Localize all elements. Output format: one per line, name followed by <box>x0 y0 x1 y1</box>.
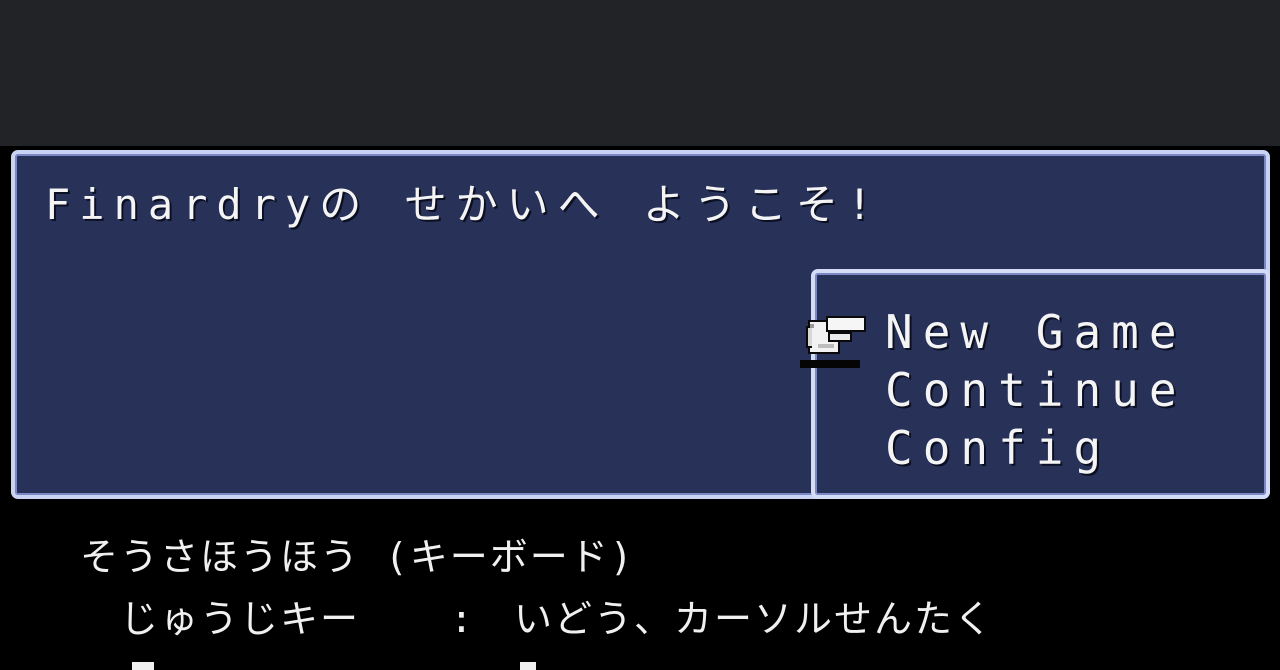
top-bar <box>0 0 1280 146</box>
controls-row: じゅうじキー: いどう、カーソルせんたく <box>120 600 994 638</box>
menu-item-config[interactable]: Config <box>885 419 1187 477</box>
controls-separator: : <box>450 597 475 641</box>
pointing-hand-icon <box>800 316 866 368</box>
cutoff-glyph <box>132 662 154 670</box>
game-screen: Finardryの せかいへ ようこそ! New Game Continue C… <box>0 146 1280 670</box>
title-menu: New Game Continue Config <box>811 269 1270 499</box>
controls-row-cutoff <box>120 656 1280 670</box>
welcome-message: Finardryの せかいへ ようこそ! <box>45 180 882 229</box>
cutoff-glyph <box>520 662 536 670</box>
menu-list: New Game Continue Config <box>885 303 1187 477</box>
menu-item-new-game[interactable]: New Game <box>885 303 1187 361</box>
controls-heading: そうさほうほう (キーボード) <box>80 535 635 579</box>
menu-item-continue[interactable]: Continue <box>885 361 1187 419</box>
controls-key: じゅうじキー <box>120 597 361 641</box>
controls-action: いどう、カーソルせんたく <box>514 597 995 641</box>
